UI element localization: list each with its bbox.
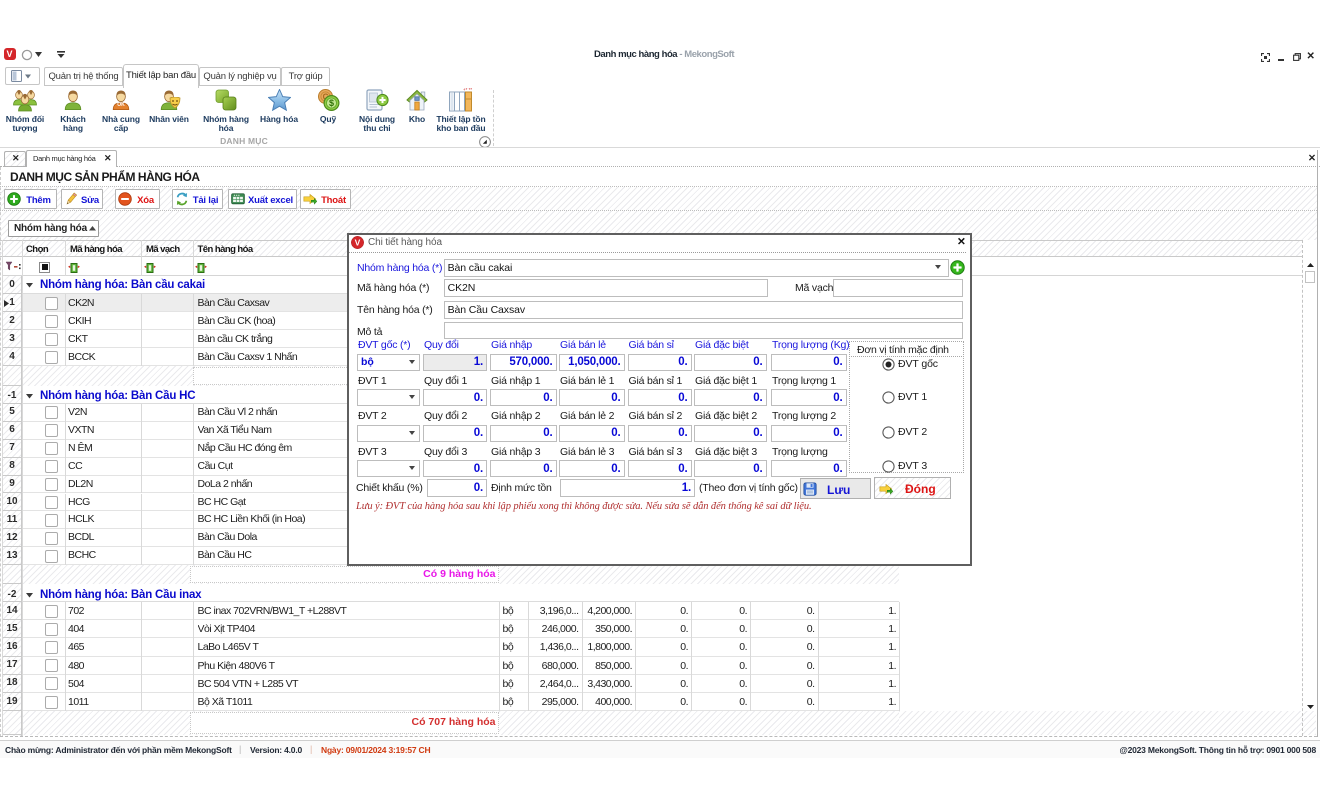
svg-text:V: V [355,238,361,248]
svg-text:$: $ [328,98,333,108]
svg-text:+* **: +* ** [463,87,472,92]
